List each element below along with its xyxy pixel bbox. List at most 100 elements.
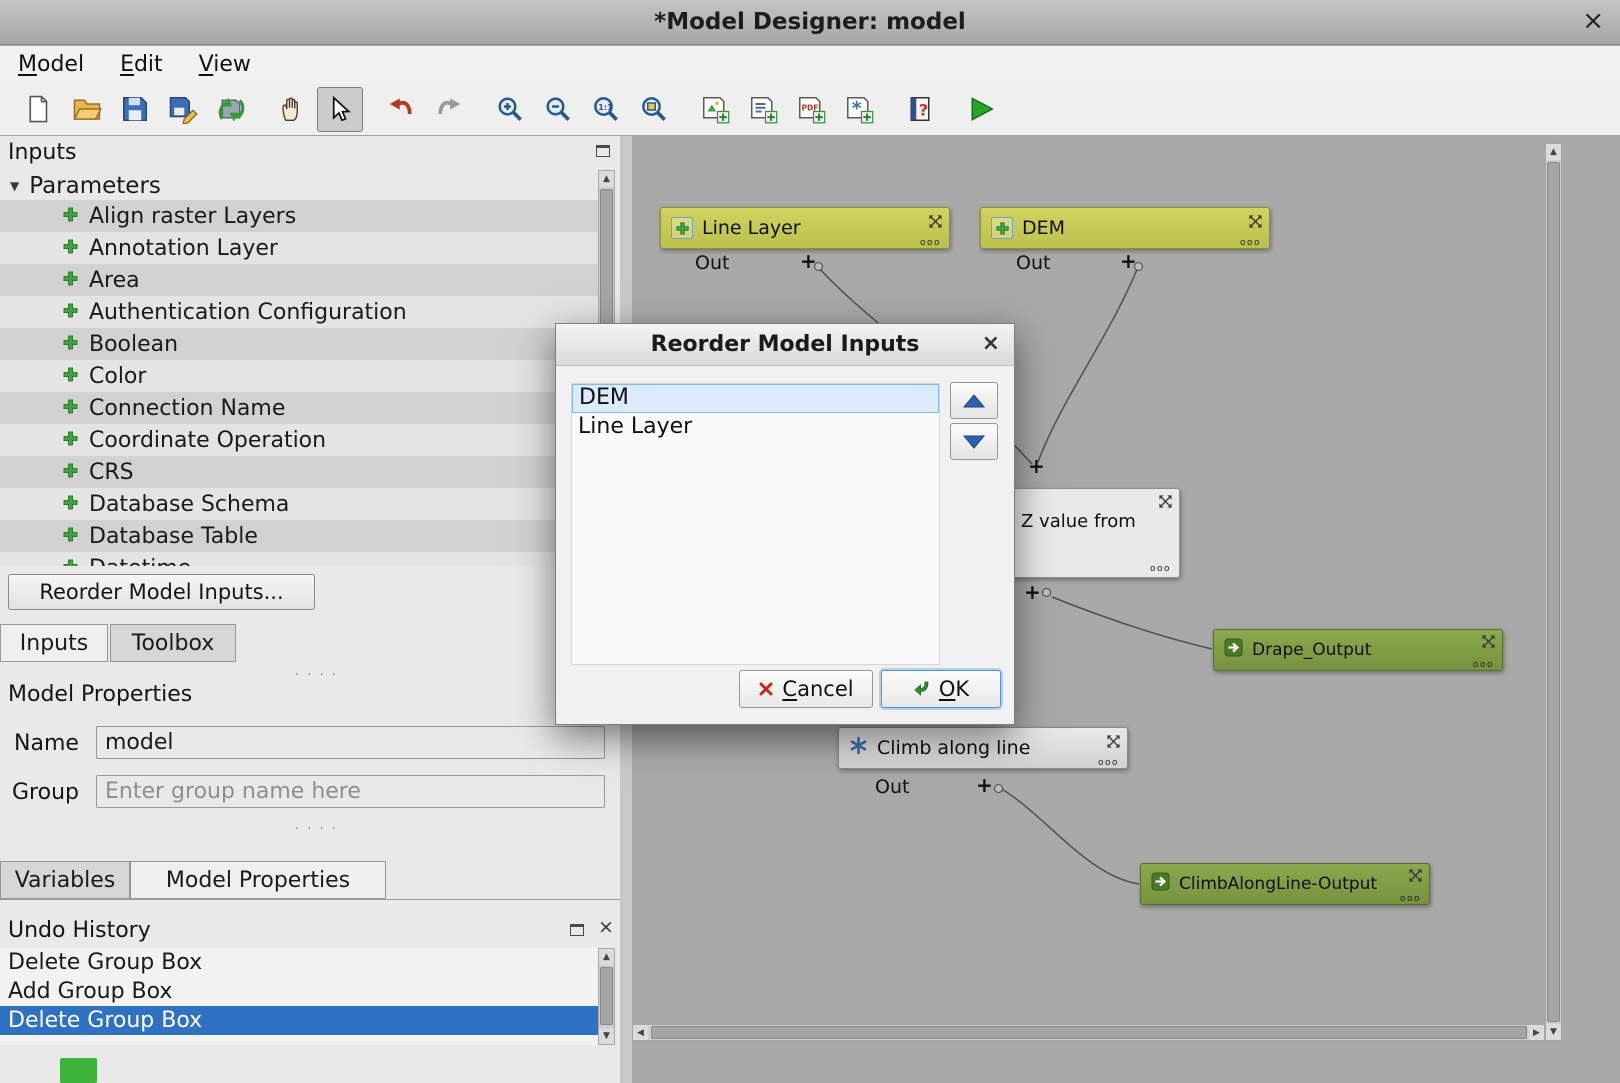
zoom-out-button[interactable] [535,87,581,132]
line-layer-out-socket[interactable]: Out [695,252,729,274]
canvas-vertical-scrollbar[interactable]: ▲ ▼ [1545,143,1562,1041]
export-as-svg-button[interactable] [740,87,786,132]
undo-button[interactable] [378,87,424,132]
zoom-in-icon [495,94,525,124]
tree-item-color[interactable]: Color [0,360,598,392]
undo-item[interactable]: Delete Group Box [0,948,598,977]
redo-button[interactable] [426,87,472,132]
dialog-list-item-dem[interactable]: DEM [572,384,939,413]
ok-button[interactable]: OK [881,670,1001,708]
export-as-script-button[interactable]: * [836,87,882,132]
tree-item-boolean[interactable]: Boolean [0,328,598,360]
tab-model-properties[interactable]: Model Properties [130,861,386,899]
tree-item-datetime[interactable]: Datetime [0,552,598,566]
canvas-hscrollbar-thumb[interactable] [651,1026,1527,1039]
dock-splitter-handle[interactable]: · · · · [295,668,338,683]
undo-scroll-down-icon[interactable]: ▼ [599,1028,614,1044]
tree-item-crs[interactable]: CRS [0,456,598,488]
zoom-full-button[interactable] [631,87,677,132]
undo-item[interactable]: Add Group Box [0,977,598,1006]
undo-scroll-up-icon[interactable]: ▲ [599,949,614,965]
tree-item-annotation-layer[interactable]: Annotation Layer [0,232,598,264]
menu-model[interactable]: Model [0,49,102,80]
canvas-scroll-right-icon[interactable]: ▶ [1529,1025,1544,1040]
canvas-scroll-left-icon[interactable]: ◀ [633,1025,648,1040]
inputs-panel-float-icon[interactable] [596,145,610,157]
menu-view[interactable]: View [181,49,269,80]
climb-connector-dot[interactable] [994,784,1003,793]
dialog-close-button[interactable]: × [982,331,1000,356]
move-up-button[interactable] [950,382,998,419]
reorder-model-inputs-button[interactable]: Reorder Model Inputs... [8,574,315,610]
tree-item-area[interactable]: Area [0,264,598,296]
tree-item-database-table[interactable]: Database Table [0,520,598,552]
dock-splitter-handle[interactable]: · · · · [295,822,338,837]
tree-item-connection-name[interactable]: Connection Name [0,392,598,424]
node-collapse-icon[interactable] [1158,493,1173,514]
canvas-scroll-down-icon[interactable]: ▼ [1546,1024,1561,1040]
pan-tool-button[interactable] [269,87,315,132]
undo-history-float-icon[interactable] [570,924,584,936]
z-node-connector-dot[interactable] [1042,588,1051,597]
node-line-layer[interactable]: Line Layer ooo [660,207,950,249]
node-dem[interactable]: DEM ooo [980,207,1270,249]
undo-history-list: Delete Group Box Add Group Box Delete Gr… [0,948,598,1045]
z-node-output-plus-socket[interactable]: + [1024,580,1041,604]
node-climbalongline-output[interactable]: ClimbAlongLine-Output ooo [1140,863,1430,905]
undo-item-selected[interactable]: Delete Group Box [0,1006,598,1035]
line-layer-connector-dot[interactable] [814,262,823,271]
tab-inputs[interactable]: Inputs [0,624,108,662]
canvas-horizontal-scrollbar[interactable]: ◀ ▶ [632,1024,1545,1041]
cancel-button-label: Cancel [782,677,853,701]
node-drape-output[interactable]: Drape_Output ooo [1213,629,1503,671]
export-as-image-button[interactable] [692,87,738,132]
move-down-button[interactable] [950,423,998,460]
cancel-button[interactable]: Cancel [739,670,873,708]
tree-item-coordinate-operation[interactable]: Coordinate Operation [0,424,598,456]
climb-plus-socket[interactable]: + [976,773,993,797]
save-model-as-button[interactable] [160,87,206,132]
zoom-in-button[interactable] [487,87,533,132]
node-collapse-icon[interactable] [1248,212,1263,234]
dem-out-socket[interactable]: Out [1016,252,1050,274]
dialog-list-item-line-layer[interactable]: Line Layer [572,413,939,442]
window-titlebar[interactable]: *Model Designer: model × [0,0,1620,45]
select-tool-button[interactable] [317,87,363,132]
canvas-scroll-up-icon[interactable]: ▲ [1546,144,1561,160]
new-model-button[interactable] [16,87,62,132]
undo-history-scrollbar[interactable]: ▲ ▼ [598,948,615,1045]
undo-scrollbar-thumb[interactable] [600,967,613,1025]
run-model-button[interactable] [958,87,1004,132]
tree-expand-icon[interactable]: ▼ [10,179,19,193]
climb-out-socket[interactable]: Out [875,776,909,798]
tree-item-authentication-configuration[interactable]: Authentication Configuration [0,296,598,328]
zoom-actual-button[interactable]: 1:1 [583,87,629,132]
dem-connector-dot[interactable] [1134,262,1143,271]
node-collapse-icon[interactable] [1481,634,1496,654]
window-close-button[interactable]: × [1582,6,1604,36]
node-collapse-icon[interactable] [1106,732,1121,754]
dialog-titlebar[interactable]: Reorder Model Inputs × [556,324,1014,366]
undo-history-close-icon[interactable]: × [598,916,614,938]
help-button[interactable]: ? [897,87,943,132]
node-climb-along-line[interactable]: Climb along line ooo [838,727,1128,769]
open-model-button[interactable] [64,87,110,132]
tree-scroll-up-icon[interactable]: ▲ [599,171,614,187]
tree-item-database-schema[interactable]: Database Schema [0,488,598,520]
tree-root-parameters[interactable]: ▼ Parameters [0,172,598,200]
model-name-input[interactable] [96,726,605,759]
node-collapse-icon[interactable] [1408,868,1423,888]
save-model-button[interactable] [112,87,158,132]
canvas-vscrollbar-thumb[interactable] [1547,162,1560,1022]
model-group-input[interactable] [96,775,605,808]
menu-edit[interactable]: Edit [102,49,181,80]
tab-variables[interactable]: Variables [0,861,130,899]
select-cursor-icon [325,94,355,124]
dialog-input-list[interactable]: DEM Line Layer [571,383,940,665]
save-model-in-project-button[interactable] [208,87,254,132]
export-as-pdf-button[interactable]: PDF [788,87,834,132]
z-node-input-plus-socket[interactable]: + [1028,454,1045,478]
tree-item-align-raster-layers[interactable]: Align raster Layers [0,200,598,232]
node-collapse-icon[interactable] [928,212,943,234]
tab-toolbox[interactable]: Toolbox [110,624,236,662]
